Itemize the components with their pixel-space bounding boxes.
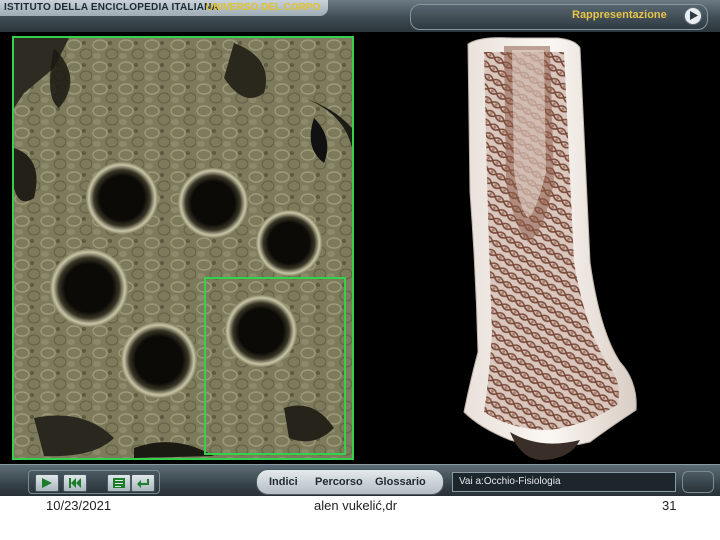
bone-section-image [440,32,660,462]
footer-date: 10/23/2021 [46,498,112,513]
control-bar: Indici Percorso Glossario Vai a:Occhio-F… [0,464,720,497]
slide-footer: 10/23/2021 alen vukelić,dr 31 [0,496,720,540]
menu-percorso[interactable]: Percorso [315,476,363,488]
scroll-control[interactable] [682,471,714,493]
play-icon[interactable] [35,474,59,492]
notes-icon[interactable] [107,474,131,492]
footer-author: alen vukelić,dr [314,498,398,513]
goto-field[interactable]: Vai a:Occhio-Fisiologia [452,472,676,492]
menu-glossario[interactable]: Glossario [375,476,426,488]
skip-back-icon[interactable] [63,474,87,492]
main-menu: Indici Percorso Glossario [256,469,444,495]
play-circle-icon[interactable] [684,7,702,25]
zoom-selection-box[interactable] [204,277,346,455]
app-header: ISTITUTO DELLA ENCICLOPEDIA ITALIANA UNI… [0,0,720,33]
goto-text: Vai a:Occhio-Fisiologia [459,476,561,487]
nav-button-group [28,470,160,494]
return-arrow-icon[interactable] [131,474,155,492]
brand-strip: ISTITUTO DELLA ENCICLOPEDIA ITALIANA UNI… [0,0,328,16]
product-name: UNIVERSO DEL CORPO [206,2,321,13]
footer-page-number: 31 [662,498,677,513]
menu-indici[interactable]: Indici [269,476,298,488]
publisher-name: ISTITUTO DELLA ENCICLOPEDIA ITALIANA [4,2,219,13]
section-title: Rappresentazione [572,9,667,21]
